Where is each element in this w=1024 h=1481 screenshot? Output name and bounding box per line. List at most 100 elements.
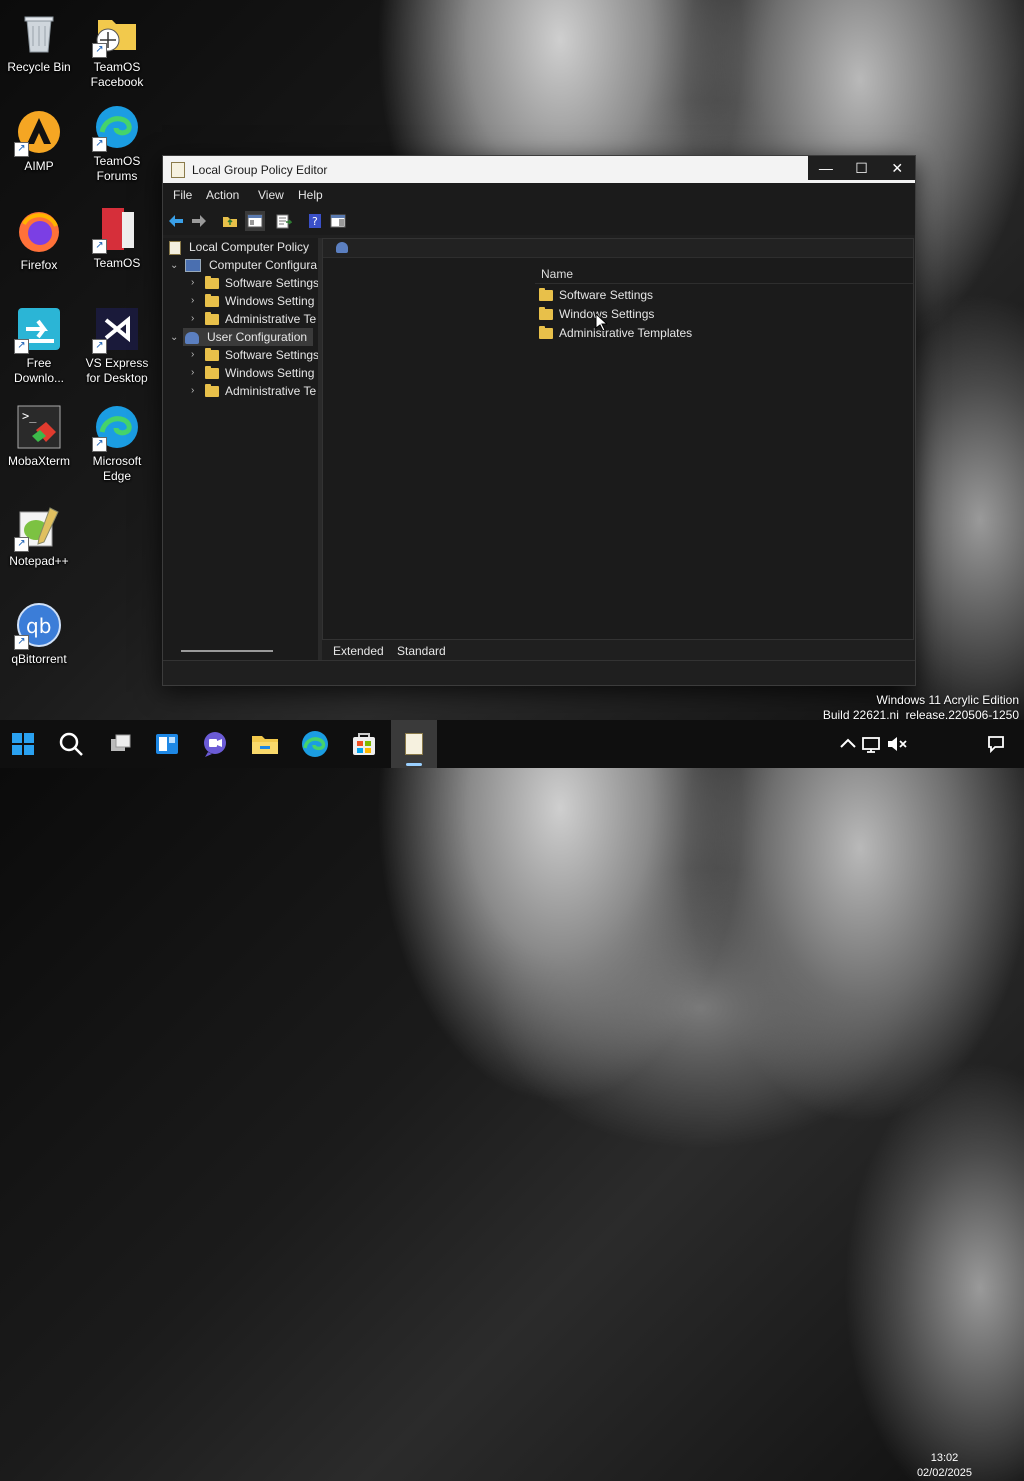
visual-studio-icon: ↗ xyxy=(92,306,140,354)
clock-time: 13:02 xyxy=(930,1452,959,1464)
task-view-icon[interactable] xyxy=(104,728,136,760)
tree-horizontal-scrollbar[interactable] xyxy=(181,650,273,652)
file-explorer-icon[interactable] xyxy=(249,728,281,760)
teamos-book-icon: ↗ xyxy=(92,206,140,254)
svg-text:?: ? xyxy=(312,215,318,228)
minimize-button[interactable]: — xyxy=(808,156,844,180)
notepad-plus-plus-icon: ↗ xyxy=(14,504,62,552)
list-item[interactable]: Software Settings xyxy=(539,288,653,302)
desktop-icon-label: MobaXterm xyxy=(7,454,71,468)
tab-extended[interactable]: Extended xyxy=(328,644,389,658)
desktop-icon-label: Microsoft Edge xyxy=(92,454,142,483)
column-header-name[interactable]: Name xyxy=(541,267,573,281)
taskbar-item-group-policy-editor[interactable] xyxy=(391,720,437,768)
desktop-icon-label: AIMP xyxy=(24,159,54,173)
tree-item-label: Software Settings xyxy=(225,348,318,362)
user-icon xyxy=(185,331,199,344)
list-item[interactable]: Administrative Templates xyxy=(539,326,692,340)
folder-icon xyxy=(205,276,219,290)
desktop-icon-label: Recycle Bin xyxy=(7,60,71,74)
volume-muted-icon[interactable] xyxy=(880,728,912,760)
maximize-button[interactable]: ☐ xyxy=(844,156,880,180)
svg-text:>_: >_ xyxy=(22,409,37,423)
back-arrow-icon[interactable] xyxy=(168,213,184,229)
edge-icon[interactable] xyxy=(299,728,331,760)
chat-icon[interactable] xyxy=(199,728,231,760)
taskbar-clock[interactable]: 13:02 02/02/2025 xyxy=(917,1451,972,1481)
chevron-right-icon[interactable]: › xyxy=(191,277,194,288)
desktop-icon-qbittorrent[interactable]: qb ↗ qBittorrent xyxy=(1,602,77,667)
active-app-indicator xyxy=(406,763,422,766)
chevron-down-icon[interactable]: ⌄ xyxy=(170,260,178,271)
desktop-icon-label: Free Downlo... xyxy=(13,356,65,385)
desktop-icon-recycle-bin[interactable]: Recycle Bin xyxy=(1,10,77,75)
microsoft-store-icon[interactable] xyxy=(348,728,380,760)
tab-standard[interactable]: Standard xyxy=(392,644,451,658)
title-bar[interactable]: Local Group Policy Editor — ☐ ✕ xyxy=(163,156,915,183)
tree-item-label: Windows Setting xyxy=(225,294,315,308)
shortcut-arrow-icon: ↗ xyxy=(92,239,107,254)
console-tree: Local Computer Policy ⌄ Computer Configu… xyxy=(163,238,318,661)
desktop-icon-teamos[interactable]: ↗ TeamOS xyxy=(79,206,155,271)
menu-file[interactable]: File xyxy=(173,188,192,202)
desktop-icon-free-download-manager[interactable]: ↗ Free Downlo... xyxy=(1,306,77,386)
toolbar: ? xyxy=(163,207,915,235)
policy-document-icon xyxy=(169,240,181,255)
chevron-right-icon[interactable]: › xyxy=(191,313,194,324)
tree-item-label: Local Computer Policy xyxy=(189,240,310,254)
chevron-down-icon[interactable]: ⌄ xyxy=(170,332,178,343)
desktop-icon-mobaxterm[interactable]: >_ MobaXterm xyxy=(1,404,77,469)
tree-item-computer-configuration[interactable]: Computer Configura xyxy=(185,256,317,274)
menu-action[interactable]: Action xyxy=(206,188,239,202)
forward-arrow-icon[interactable] xyxy=(191,213,207,229)
folder-icon xyxy=(205,348,219,362)
window-controls: — ☐ ✕ xyxy=(808,156,915,180)
desktop-icon-teamos-facebook[interactable]: ↗ TeamOS Facebook xyxy=(79,10,155,90)
menu-view[interactable]: View xyxy=(258,188,284,202)
tree-item-label: Administrative Te xyxy=(225,384,317,398)
show-hide-action-pane-icon[interactable] xyxy=(330,213,346,229)
shortcut-arrow-icon: ↗ xyxy=(14,537,29,552)
tree-item-administrative-templates[interactable]: Administrative Te xyxy=(205,310,316,328)
tree-item-windows-settings[interactable]: Windows Setting xyxy=(205,292,314,310)
chevron-right-icon[interactable]: › xyxy=(191,385,194,396)
desktop-icon-notepad-plus-plus[interactable]: ↗ Notepad++ xyxy=(1,504,77,569)
tree-item-user-administrative-templates[interactable]: Administrative Te xyxy=(205,382,316,400)
desktop-icon-teamos-forums[interactable]: ↗ TeamOS Forums xyxy=(79,104,155,184)
edge-icon: ↗ xyxy=(92,404,140,452)
desktop-icon-firefox[interactable]: Firefox xyxy=(1,208,77,273)
mouse-cursor-icon xyxy=(595,312,609,334)
windows-edition-watermark: Windows 11 Acrylic Edition Build 22621.n… xyxy=(823,693,1019,723)
tree-item-user-windows-settings[interactable]: Windows Setting xyxy=(205,364,314,382)
show-hide-console-tree-icon[interactable] xyxy=(245,211,265,231)
widgets-icon[interactable] xyxy=(151,728,183,760)
search-icon[interactable] xyxy=(55,728,87,760)
help-icon[interactable]: ? xyxy=(307,213,323,229)
desktop-icon-microsoft-edge[interactable]: ↗ Microsoft Edge xyxy=(79,404,155,484)
folder-icon xyxy=(205,384,219,398)
folder-icon xyxy=(205,294,219,308)
firefox-icon xyxy=(16,208,62,254)
tree-item-software-settings[interactable]: Software Settings xyxy=(205,274,318,292)
desktop-icon-vs-express[interactable]: ↗ VS Express for Desktop xyxy=(79,306,155,386)
shortcut-arrow-icon: ↗ xyxy=(92,43,107,58)
tree-item-user-software-settings[interactable]: Software Settings xyxy=(205,346,318,364)
desktop-icon-label: TeamOS xyxy=(93,256,141,270)
tree-item-local-computer-policy[interactable]: Local Computer Policy xyxy=(169,238,309,256)
shortcut-arrow-icon: ↗ xyxy=(92,339,107,354)
menu-help[interactable]: Help xyxy=(298,188,323,202)
up-folder-icon[interactable] xyxy=(222,213,238,229)
export-list-icon[interactable] xyxy=(276,213,293,229)
tree-item-user-configuration[interactable]: User Configuration xyxy=(183,328,314,346)
desktop-icon-aimp[interactable]: ↗ AIMP xyxy=(1,109,77,174)
start-windows-icon[interactable] xyxy=(7,728,39,760)
chevron-right-icon[interactable]: › xyxy=(191,295,194,306)
group-policy-editor-window: Local Group Policy Editor — ☐ ✕ File Act… xyxy=(162,155,916,686)
close-button[interactable]: ✕ xyxy=(879,156,915,180)
chevron-right-icon[interactable]: › xyxy=(191,349,194,360)
desktop-icon-label: TeamOS Forums xyxy=(93,154,141,183)
folder-icon xyxy=(539,307,553,321)
notification-icon[interactable] xyxy=(980,728,1012,760)
tree-item-label: Computer Configura xyxy=(209,258,318,272)
chevron-right-icon[interactable]: › xyxy=(191,367,194,378)
